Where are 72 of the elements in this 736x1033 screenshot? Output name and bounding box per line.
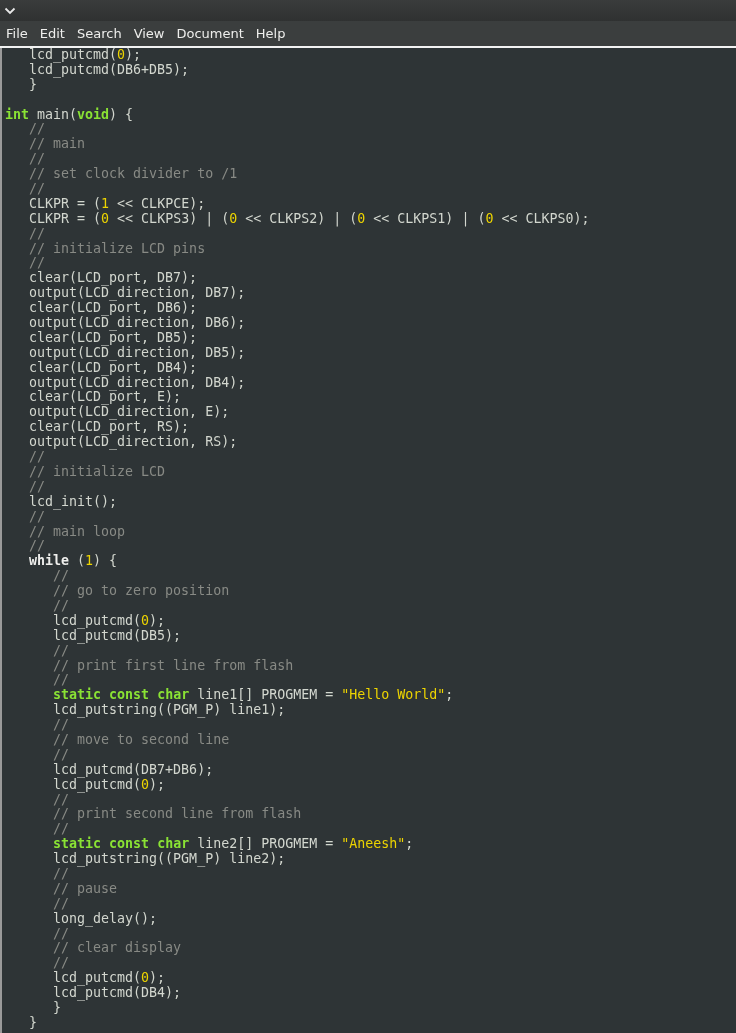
code-line: lcd_putstring((PGM_P) line2); <box>52 852 286 867</box>
code-line: // <box>28 256 46 271</box>
code-line: // initialize LCD pins <box>28 241 206 257</box>
code-line: lcd_putcmd(DB7+DB6); <box>52 762 214 778</box>
code-line: output(LCD_direction, DB4); <box>28 375 246 391</box>
code-line: // print second line from flash <box>52 807 302 823</box>
code-line: // clear display <box>52 941 182 957</box>
code-line: while (1) { <box>28 554 118 570</box>
code-line: CLKPR = (0 << CLKPS3) | (0 << CLKPS2) | (0 << CLKPS1) | (0 << CLKPS0); <box>28 211 590 227</box>
code-line: lcd_putcmd(0); <box>52 971 166 987</box>
code-line: lcd_putstring((PGM_P) line1); <box>52 703 286 719</box>
code-line: clear(LCD_port, DB5); <box>28 330 198 346</box>
code-line: // <box>52 867 70 882</box>
chevron-down-icon[interactable] <box>4 6 16 15</box>
menu-item[interactable]: File <box>0 26 34 41</box>
code-line: int main(void) { <box>5 107 134 123</box>
code-line: output(LCD_direction, DB7); <box>28 286 246 302</box>
code-line: // <box>52 673 70 688</box>
code-line: output(LCD_direction, E); <box>28 405 230 421</box>
code-line: lcd_putcmd(DB5); <box>52 628 182 644</box>
code-line: // <box>52 643 70 659</box>
code-line: // set clock divider to /1 <box>28 167 238 182</box>
menu-item[interactable]: View <box>127 26 171 41</box>
code-line: output(LCD_direction, DB6); <box>28 316 246 331</box>
code-line: } <box>28 77 38 93</box>
code-line: } <box>52 1001 62 1016</box>
code-line: // <box>28 122 46 138</box>
code-line: // <box>28 182 46 197</box>
code-line: // <box>28 450 46 465</box>
code-line: // <box>52 718 70 733</box>
code-line: } <box>28 1015 38 1031</box>
code-line: // <box>52 598 70 614</box>
code-line: clear(LCD_port, DB7); <box>28 271 198 287</box>
code-line: lcd_putcmd(0); <box>52 777 166 793</box>
code-line: // go to zero position <box>52 584 230 599</box>
code-line: // <box>52 747 70 763</box>
code-line: // <box>52 956 70 971</box>
code-line: // main <box>28 137 86 153</box>
code-line: static const char line2[] PROGMEM = "Aneesh"; <box>52 837 414 852</box>
code-line: // <box>52 896 70 912</box>
code-line: // main loop <box>28 524 126 540</box>
menu-item[interactable]: Edit <box>33 26 71 41</box>
code-line: // <box>28 152 46 168</box>
code-line: // <box>52 792 70 808</box>
code-line: // <box>28 509 46 525</box>
code-line: output(LCD_direction, DB5); <box>28 345 246 361</box>
menu-item[interactable]: Help <box>249 26 292 41</box>
code-line: lcd_putcmd(DB4); <box>52 986 182 1001</box>
code-line: lcd_putcmd(0); <box>52 613 166 629</box>
code-line: CLKPR = (1 << CLKPCE); <box>28 196 206 212</box>
code-line: // <box>28 226 46 242</box>
code-line: output(LCD_direction, RS); <box>28 435 238 451</box>
code-line: // <box>52 569 70 585</box>
code-line: // print first line from flash <box>52 658 294 674</box>
code-line: clear(LCD_port, RS); <box>28 420 190 436</box>
menu-item[interactable]: Document <box>170 26 250 41</box>
code-line: lcd_putcmd(0); <box>28 48 142 63</box>
code-line: clear(LCD_port, E); <box>28 390 182 406</box>
code-line: clear(LCD_port, DB6); <box>28 301 198 317</box>
code-line: long_delay(); <box>52 911 158 927</box>
code-line: static const char line1[] PROGMEM = "Hello World"; <box>52 688 454 703</box>
code-line: // <box>52 926 70 942</box>
menu-item[interactable]: Search <box>70 26 128 41</box>
code-line: // move to second line <box>52 732 230 748</box>
code-line: // <box>28 539 46 554</box>
code-line: // <box>28 479 46 495</box>
code-line: clear(LCD_port, DB4); <box>28 360 198 376</box>
code-line: // pause <box>52 881 118 897</box>
code-line: lcd_init(); <box>28 494 118 510</box>
code-line: // initialize LCD <box>28 464 166 480</box>
code-line: lcd_putcmd(DB6+DB5); <box>28 62 190 78</box>
code-line: // <box>52 822 70 837</box>
